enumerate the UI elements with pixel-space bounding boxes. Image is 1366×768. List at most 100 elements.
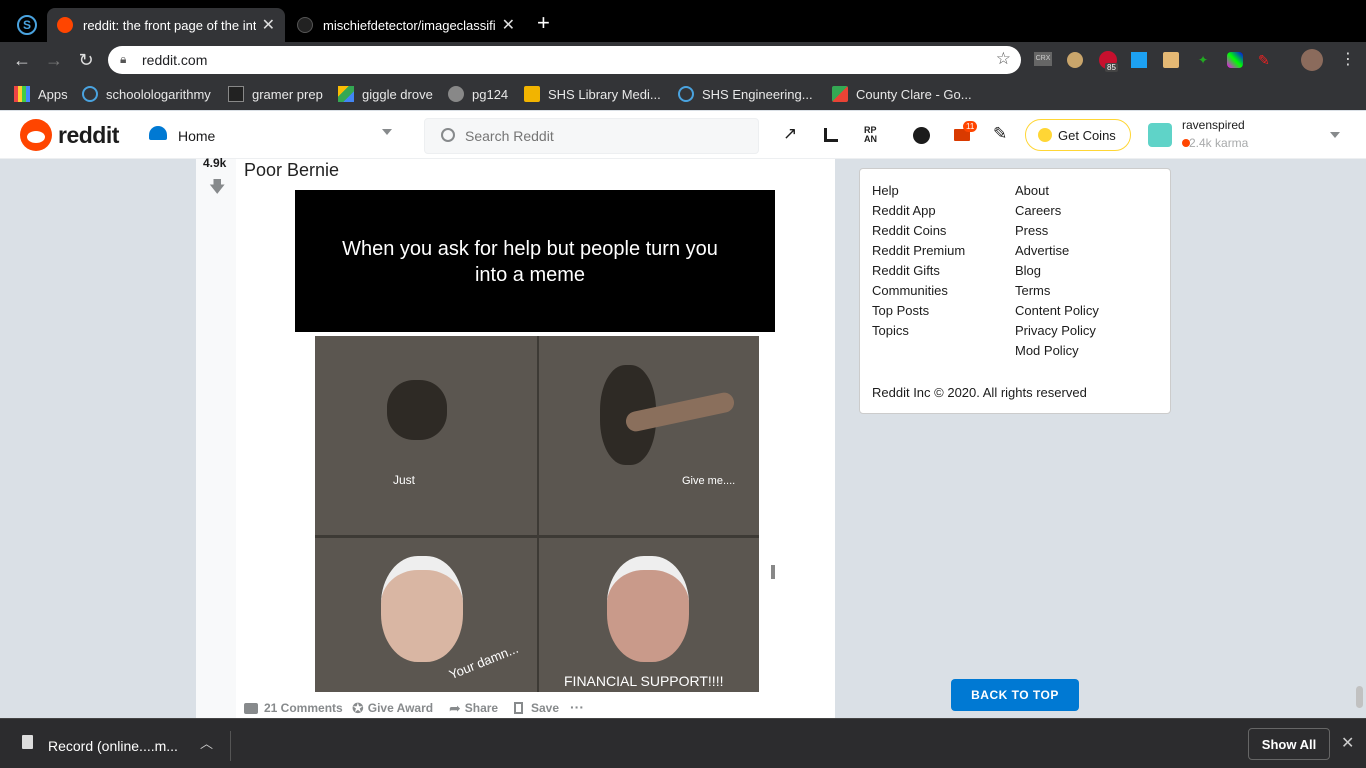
file-icon (22, 735, 33, 749)
tab-title: reddit: the front page of the int (83, 17, 256, 33)
create-post-icon[interactable]: ✎ (993, 124, 1007, 144)
footer-link[interactable]: Communities (872, 283, 948, 298)
comments-button[interactable]: 21 Comments (244, 700, 343, 716)
close-tab-icon[interactable]: ✕ (502, 15, 515, 35)
give-award-button[interactable]: ✪ Give Award (352, 700, 433, 716)
meme-caption: When you ask for help but people turn yo… (342, 238, 718, 286)
chevron-down-icon (1330, 132, 1340, 138)
user-menu[interactable]: ravenspired 2.4k karma (1146, 117, 1346, 153)
search-box[interactable] (424, 118, 759, 154)
share-button[interactable]: ➦ Share (449, 700, 498, 716)
owl-extension-icon[interactable] (1067, 52, 1083, 68)
panel-divider (315, 535, 759, 538)
back-to-top-button[interactable]: BACK TO TOP (951, 679, 1079, 711)
reload-icon[interactable]: ↻ (76, 50, 96, 70)
leaderboard-icon[interactable] (824, 128, 838, 142)
footer-link[interactable]: Reddit Coins (872, 223, 946, 238)
footer-link[interactable]: Mod Policy (1015, 343, 1079, 358)
search-input[interactable] (465, 127, 745, 145)
download-bar: Record (online....m... ︿ Show All ✕ (0, 718, 1366, 768)
panel-text-just: Just (393, 473, 416, 487)
footer-link[interactable]: Help (872, 183, 899, 198)
username: ravenspired (1182, 118, 1245, 132)
checkmark-extension-icon[interactable] (1131, 52, 1147, 68)
footer-link[interactable]: Content Policy (1015, 303, 1099, 318)
footer-link[interactable]: Careers (1015, 203, 1061, 218)
footer-link[interactable]: Reddit Premium (872, 243, 965, 258)
notification-badge: 11 (963, 121, 978, 132)
red-pen-extension-icon[interactable]: ✎ (1258, 52, 1276, 68)
back-arrow-icon[interactable]: ← (12, 50, 32, 70)
close-tab-icon[interactable]: ✕ (262, 15, 275, 35)
page-scrollbar[interactable] (1356, 686, 1363, 708)
bookmark-apps[interactable]: Apps (14, 85, 68, 103)
address-bar[interactable]: 🔒︎ reddit.com ☆ (108, 46, 1021, 74)
feed-label: Home (178, 128, 216, 144)
footer-link[interactable]: Blog (1015, 263, 1041, 278)
divider (230, 731, 231, 761)
bookmark-gramer[interactable]: gramer prep (228, 85, 323, 103)
copyright-text: Reddit Inc © 2020. All rights reserved (872, 385, 1087, 400)
share-icon: ➦ (449, 699, 461, 716)
trending-icon[interactable]: ↗ (783, 124, 797, 144)
close-icon[interactable]: ✕ (1341, 733, 1354, 753)
github-favicon-icon (297, 17, 313, 33)
new-tab-button[interactable]: + (537, 10, 550, 36)
google-drive-icon (338, 86, 354, 102)
chevron-up-icon[interactable]: ︿ (200, 733, 213, 752)
box-extension-icon[interactable] (1163, 52, 1179, 68)
post-title[interactable]: Poor Bernie (244, 160, 339, 181)
footer-link[interactable]: Reddit Gifts (872, 263, 940, 278)
rainbow-extension-icon[interactable] (1227, 52, 1243, 68)
menu-kebab-icon[interactable]: ⋮ (1340, 49, 1356, 69)
crx-extension-icon[interactable]: CRX (1034, 52, 1052, 66)
panel-text-financial-support: FINANCIAL SUPPORT!!!! (564, 673, 724, 689)
footer-link[interactable]: Top Posts (872, 303, 929, 318)
bookmark-county-clare[interactable]: County Clare - Go... (832, 85, 972, 103)
reddit-logo-icon[interactable] (20, 119, 52, 151)
bookmark-shs-engineering[interactable]: SHS Engineering... (678, 85, 813, 103)
ext-badge: 85 (1105, 63, 1118, 72)
show-all-button[interactable]: Show All (1248, 728, 1330, 760)
browser-tab-bar: S reddit: the front page of the int ✕ mi… (0, 0, 1366, 42)
footer-link[interactable]: About (1015, 183, 1049, 198)
footer-link[interactable]: Press (1015, 223, 1048, 238)
apps-grid-icon (14, 86, 30, 102)
bookmark-pg124[interactable]: pg124 (448, 85, 508, 103)
footer-link[interactable]: Reddit App (872, 203, 936, 218)
chat-icon[interactable] (913, 127, 930, 144)
vote-column: 4.9k 🡇 (196, 156, 236, 719)
globe-icon (448, 86, 464, 102)
url-text: reddit.com (142, 52, 208, 68)
profile-s-icon[interactable]: S (17, 15, 37, 35)
footer-link[interactable]: Advertise (1015, 243, 1069, 258)
green-extension-icon[interactable]: ✦ (1198, 53, 1212, 67)
footer-link[interactable]: Privacy Policy (1015, 323, 1096, 338)
maps-icon (832, 86, 848, 102)
meme-image[interactable]: When you ask for help but people turn yo… (295, 190, 775, 692)
bookmark-schoology[interactable]: schoolologarithmy (82, 85, 211, 103)
avatar (1148, 123, 1172, 147)
library-icon (524, 86, 540, 102)
bookmark-drive[interactable]: giggle drove (338, 85, 433, 103)
rpan-icon[interactable]: RP AN (864, 126, 877, 144)
image-scrollbar[interactable] (771, 565, 775, 579)
get-coins-button[interactable]: Get Coins (1025, 119, 1131, 151)
bernie-face-angry (607, 556, 689, 662)
footer-link[interactable]: Topics (872, 323, 909, 338)
footer-link[interactable]: Terms (1015, 283, 1050, 298)
tab-github[interactable]: mischiefdetector/imageclassifi ✕ (287, 8, 525, 42)
downvote-arrow-icon[interactable]: 🡇 (209, 176, 225, 203)
bookmark-shs-library[interactable]: SHS Library Medi... (524, 85, 661, 103)
lock-icon: 🔒︎ (120, 52, 127, 66)
save-button[interactable]: Save (514, 700, 559, 716)
feed-selector[interactable]: Home (146, 119, 400, 151)
reddit-wordmark[interactable]: reddit (58, 122, 119, 149)
download-item[interactable]: Record (online....m... (48, 738, 178, 754)
forward-arrow-icon[interactable]: → (44, 50, 64, 70)
award-icon: ✪ (352, 699, 364, 716)
profile-avatar[interactable] (1301, 49, 1323, 71)
tab-reddit[interactable]: reddit: the front page of the int ✕ (47, 8, 285, 42)
more-options-icon[interactable]: ··· (570, 699, 584, 715)
star-icon[interactable]: ☆ (996, 49, 1011, 69)
